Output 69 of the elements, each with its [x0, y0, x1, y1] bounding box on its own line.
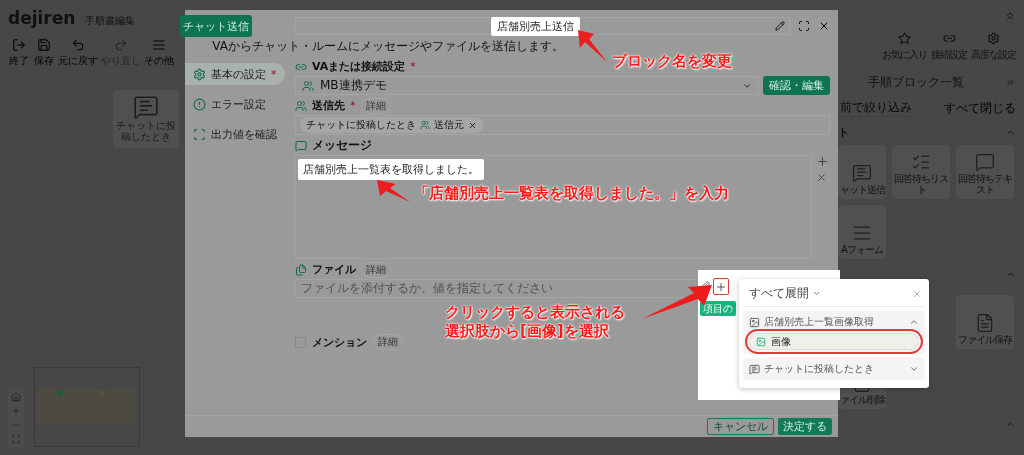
- chat-icon: [749, 363, 760, 375]
- file-icon: [295, 263, 307, 276]
- field-label: 送信先: [312, 98, 345, 113]
- field-label: メッセージ: [312, 137, 372, 154]
- star-icon: [898, 32, 911, 45]
- recipient-field[interactable]: チャットに投稿したとき 送信元: [295, 115, 830, 135]
- plus-icon: [715, 280, 727, 293]
- edit-button[interactable]: 確認・編集: [763, 76, 830, 95]
- pencil-icon[interactable]: [775, 21, 785, 31]
- connection-select[interactable]: MB連携デモ: [295, 76, 759, 95]
- frame-icon: [193, 127, 206, 141]
- fit-icon[interactable]: [11, 434, 21, 444]
- exit-icon: [12, 38, 26, 52]
- dialog-description: VAからチャット・ルームにメッセージやファイルを送信します。: [212, 38, 564, 55]
- annotation-text: ブロック名を変更: [612, 52, 732, 71]
- dialog-button[interactable]: 決定する: [778, 418, 832, 435]
- image-icon: [756, 336, 766, 347]
- select-icon[interactable]: [798, 20, 810, 32]
- insert-button[interactable]: 項目の: [700, 301, 736, 316]
- toolbar-button[interactable]: 保存: [33, 38, 55, 68]
- toolbar-button[interactable]: 終了: [8, 38, 30, 68]
- collapse-icon[interactable]: [1004, 10, 1016, 22]
- chat-icon: [852, 162, 872, 183]
- annotation-text: クリックすると表示される: [445, 303, 625, 322]
- alert-icon: [193, 97, 206, 111]
- required-mark: *: [410, 60, 416, 73]
- link-icon: [942, 32, 956, 45]
- chat-icon: [133, 94, 159, 120]
- chat-bubble-icon: [975, 152, 995, 172]
- remove-icon[interactable]: [468, 120, 477, 130]
- chevron-down-icon: [812, 289, 821, 298]
- home-icon[interactable]: [11, 392, 21, 402]
- field-label: ファイル: [312, 262, 356, 277]
- annotation-text: 「店舗別売上一覧表を取得しました。」を入力: [414, 184, 729, 203]
- menu-icon: [152, 38, 166, 52]
- field-label: メンション: [312, 334, 367, 350]
- add-variable-button[interactable]: [713, 278, 729, 295]
- block-name-field[interactable]: 店舗別売上送信: [295, 17, 790, 35]
- annotation-text: 選択肢から[画像]を選択: [445, 321, 610, 341]
- group-icon: [295, 99, 307, 112]
- expand-panel-icon[interactable]: [1005, 77, 1016, 88]
- settings-icon: [987, 32, 1000, 45]
- group-header[interactable]: 店舗別売上一覧画像取得: [749, 315, 919, 329]
- chip-source: チャットに投稿したとき: [306, 118, 416, 132]
- save-icon: [37, 38, 51, 52]
- nav-tab[interactable]: 基本の設定 *: [185, 63, 285, 85]
- document-icon: [975, 312, 995, 333]
- dialog-button[interactable]: キャンセル: [707, 418, 774, 435]
- nav-tab[interactable]: 出力値を確認: [185, 123, 285, 145]
- pointer-arrow: [576, 28, 608, 64]
- clear-icon[interactable]: [816, 172, 827, 183]
- redo-icon: [114, 38, 128, 52]
- image-icon: [749, 316, 760, 328]
- group-icon: [420, 120, 430, 130]
- collapse-all-link[interactable]: すべて閉じる: [944, 99, 1016, 117]
- chevron-up-icon: [909, 317, 919, 327]
- nav-tab[interactable]: エラー設定: [185, 93, 285, 115]
- chevron-down-icon: [909, 364, 919, 374]
- field-label: VAまたは接続設定: [312, 59, 406, 74]
- settings-icon: [193, 67, 206, 81]
- text-icon: [295, 139, 307, 152]
- zoom-in-icon[interactable]: [11, 406, 21, 416]
- group-header[interactable]: チャットに投稿したとき: [749, 362, 919, 376]
- required-mark: *: [350, 99, 356, 112]
- variable-chip[interactable]: チャットに投稿したとき 送信元: [300, 117, 483, 133]
- close-icon[interactable]: [818, 20, 830, 32]
- chip-value: 送信元: [434, 118, 464, 132]
- plus-icon[interactable]: [816, 155, 829, 168]
- undo-icon: [71, 38, 85, 52]
